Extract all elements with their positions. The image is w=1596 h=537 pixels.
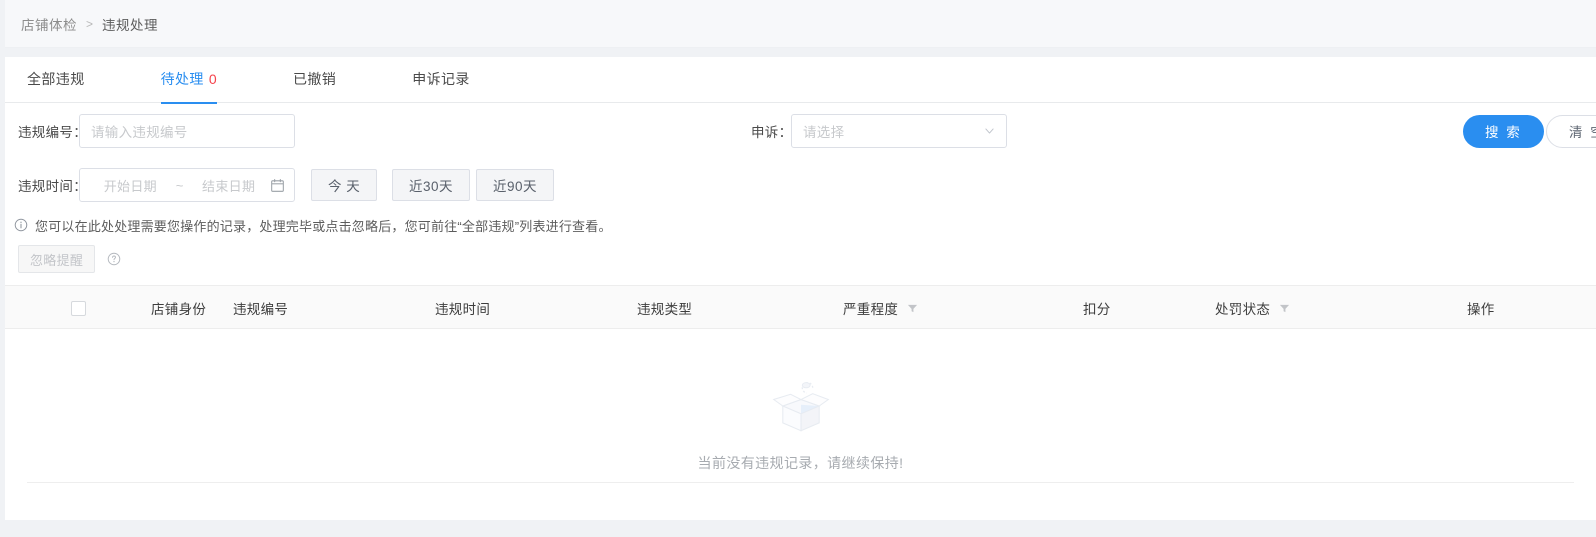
empty-box-icon [772,382,829,432]
filter-panel: 违规编号： 请输入违规编号 申诉： 请选择 搜 索 清 空 违规时间： [5,103,1596,279]
breadcrumb-item-shop-check[interactable]: 店铺体检 [21,14,77,34]
date-range-separator: ~ [175,177,184,193]
table-bottom-divider [27,482,1574,483]
breadcrumb: 店铺体检 > 违规处理 [5,0,1596,48]
breadcrumb-separator: > [86,16,94,31]
violation-no-input[interactable]: 请输入违规编号 [79,114,295,148]
tab-all-violations[interactable]: 全部违规 [27,57,85,103]
info-notice-text: 您可以在此处处理需要您操作的记录，处理完毕或点击忽略后，您可前往“全部违规”列表… [35,218,612,234]
filter-icon[interactable] [1279,303,1290,314]
column-header-violation-no-label: 违规编号 [233,302,289,317]
violation-no-label: 违规编号： [18,125,87,140]
search-button[interactable]: 搜 索 [1463,114,1544,148]
column-header-shop-identity-label: 店铺身份 [151,302,207,317]
column-header-deduction: 扣分 [1083,286,1111,330]
chevron-down-icon [985,128,994,134]
ignore-row: 忽略提醒 [5,239,1596,279]
column-header-violation-type: 违规类型 [637,286,692,330]
violation-time-range-picker[interactable]: 开始日期 ~ 结束日期 [79,168,295,202]
column-header-violation-type-label: 违规类型 [637,302,693,317]
tab-all-violations-label: 全部违规 [27,71,85,87]
column-header-action-label: 操作 [1467,302,1495,317]
filter-row-2: 违规时间： 开始日期 ~ 结束日期 今 天 近30天 近90天 [5,159,1596,211]
appeal-placeholder: 请选择 [803,125,845,140]
tab-appeal-records-label: 申诉记录 [412,71,470,87]
info-notice: 您可以在此处处理需要您操作的记录，处理完毕或点击忽略后，您可前往“全部违规”列表… [5,211,1596,239]
tab-revoked[interactable]: 已撤销 [293,57,336,103]
column-header-violation-time: 违规时间 [435,286,490,330]
filter-row-1: 违规编号： 请输入违规编号 申诉： 请选择 搜 索 清 空 [5,103,1596,159]
column-header-penalty-status-label: 处罚状态 [1215,302,1271,317]
column-header-violation-time-label: 违规时间 [435,302,491,317]
table-header-row: 店铺身份 违规编号 违规时间 违规类型 严重程度 扣分 处罚状态 操作 [5,285,1596,329]
column-header-shop-identity: 店铺身份 [151,286,206,330]
select-all-cell [71,286,86,330]
info-circle-icon [14,218,28,232]
start-date-placeholder: 开始日期 [103,178,157,194]
page-root: 店铺体检 > 违规处理 全部违规 待处理 0 已撤销 申诉记录 违规编号： 请输… [0,0,1596,537]
tab-revoked-label: 已撤销 [293,71,337,87]
appeal-select[interactable]: 请选择 [791,114,1007,148]
select-all-checkbox[interactable] [71,300,86,316]
violation-time-label: 违规时间： [18,179,87,194]
filter-icon[interactable] [907,303,918,314]
tab-pending-count: 0 [208,71,217,87]
column-header-penalty-status: 处罚状态 [1215,286,1290,330]
empty-state: 当前没有违规记录，请继续保持! [5,329,1596,499]
calendar-icon [271,178,284,192]
column-header-severity: 严重程度 [843,286,918,330]
breadcrumb-item-violation-handling: 违规处理 [102,17,159,33]
appeal-label: 申诉： [751,125,793,140]
empty-state-text: 当前没有违规记录，请继续保持! [697,455,904,471]
question-circle-icon[interactable] [107,252,121,266]
tab-pending[interactable]: 待处理 0 [160,57,218,104]
ignore-reminder-button[interactable]: 忽略提醒 [18,245,96,273]
column-header-severity-label: 严重程度 [843,302,899,317]
quick-range-30-days[interactable]: 近30天 [392,169,471,201]
violations-table: 店铺身份 违规编号 违规时间 违规类型 严重程度 扣分 处罚状态 操作 当前没有… [5,285,1596,499]
end-date-placeholder: 结束日期 [202,178,256,194]
column-header-deduction-label: 扣分 [1083,302,1111,317]
column-header-violation-no: 违规编号 [233,286,288,330]
tab-pending-label: 待处理 [160,71,204,87]
content-card: 全部违规 待处理 0 已撤销 申诉记录 违规编号： 请输入违规编号 申诉： 请选… [5,57,1596,520]
tab-appeal-records[interactable]: 申诉记录 [412,57,470,103]
violation-no-placeholder: 请输入违规编号 [91,125,188,140]
column-header-action: 操作 [1467,286,1495,330]
quick-range-90-days[interactable]: 近90天 [476,169,555,201]
clear-button[interactable]: 清 空 [1546,114,1596,148]
tab-bar: 全部违规 待处理 0 已撤销 申诉记录 [5,57,1596,104]
quick-range-today[interactable]: 今 天 [311,169,378,201]
